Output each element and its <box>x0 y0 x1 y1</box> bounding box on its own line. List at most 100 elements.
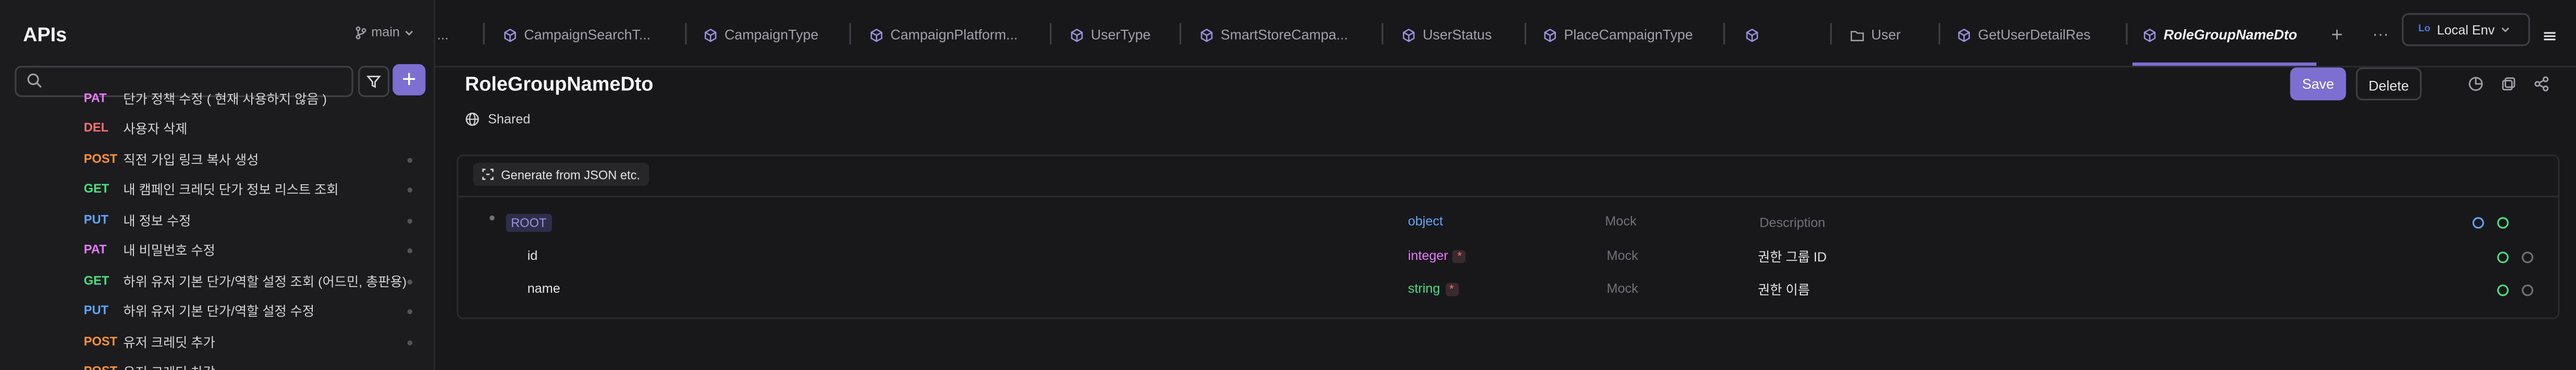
pie-chart-icon[interactable] <box>2468 76 2484 92</box>
search-icon <box>27 73 42 88</box>
field-name[interactable]: name <box>528 281 560 296</box>
tab-bar: ... CampaignSearchT... CampaignType Camp… <box>434 0 2576 68</box>
method-badge: POST <box>83 151 118 166</box>
field-description[interactable]: 권한 이름 <box>1758 281 1810 300</box>
env-badge: Lo <box>2418 25 2431 35</box>
status-dot <box>407 340 413 345</box>
api-name: 내 캠페인 크레딧 단가 정보 리스트 조회 <box>123 182 339 198</box>
cube-icon <box>870 28 882 42</box>
field-type-label: string <box>1408 281 1440 296</box>
chevron-down-icon <box>2502 27 2510 32</box>
root-description[interactable]: Description <box>1760 216 1825 230</box>
schema-field-row[interactable]: id integer * Mock 권한 그룹 ID <box>457 242 2559 274</box>
tab-label: SmartStoreCampa... <box>1220 26 1348 43</box>
tab-overflow[interactable]: ... <box>437 17 448 53</box>
tab-rolegroupnamedto[interactable]: RoleGroupNameDto <box>2142 17 2297 53</box>
required-marker[interactable]: * <box>1453 249 1466 263</box>
method-badge: POST <box>84 364 117 370</box>
api-name: 직전 가입 링크 복사 생성 <box>123 153 259 168</box>
field-type[interactable]: integer * <box>1408 248 1466 263</box>
tab-divider <box>1830 23 1832 45</box>
menu-button[interactable] <box>2542 23 2558 41</box>
api-list: PAT 단가 정책 수정 ( 현재 사용하지 않음 ) DEL 사용자 삭제 P… <box>0 92 434 370</box>
field-mock[interactable]: Mock <box>1606 248 1638 263</box>
environment-selector[interactable]: Lo Local Env <box>2401 13 2530 46</box>
tab-divider <box>849 23 851 45</box>
tab-campaignsearcht[interactable]: CampaignSearchT... <box>502 17 651 53</box>
divider <box>457 196 2560 198</box>
method-badge: DEL <box>83 120 109 135</box>
tab-campaignplatform[interactable]: CampaignPlatform... <box>869 17 1017 53</box>
cube-icon <box>2143 28 2156 42</box>
remove-field-icon[interactable] <box>2522 284 2534 296</box>
tab-divider <box>1723 23 1725 45</box>
tab-divider <box>685 23 687 45</box>
api-name: 단가 정책 수정 ( 현재 사용하지 않음 ) <box>123 92 327 107</box>
tab-usertype[interactable]: UserType <box>1070 17 1150 53</box>
collapse-all-icon[interactable] <box>2472 217 2484 229</box>
method-badge: PUT <box>83 212 109 227</box>
api-item[interactable]: PUT 하위 유저 기본 단가/역할 설정 수정 <box>0 296 434 326</box>
api-name: 하위 유저 기본 단가/역할 설정 수정 <box>123 304 315 319</box>
visibility-indicator[interactable]: Shared <box>465 112 530 127</box>
cube-icon <box>1746 28 1758 42</box>
field-type[interactable]: string * <box>1408 281 1458 296</box>
menu-icon <box>2544 32 2556 41</box>
add-child-icon[interactable] <box>2497 217 2509 229</box>
tab-getuserdetailres[interactable]: GetUserDetailRes <box>1957 17 2091 53</box>
api-item[interactable]: GET 하위 유저 기본 단가/역할 설정 조회 (어드민, 총판용) <box>0 267 434 296</box>
api-item[interactable]: PUT 내 정보 수정 <box>0 206 434 235</box>
save-button[interactable]: Save <box>2290 67 2346 101</box>
tab-placecampaigntype[interactable]: PlaceCampaignType <box>1543 17 1693 53</box>
api-item[interactable]: POST 직전 가입 링크 복사 생성 <box>0 145 434 174</box>
add-sibling-icon[interactable] <box>2497 284 2509 296</box>
api-item[interactable]: DEL 사용자 삭제 <box>0 113 434 143</box>
method-badge: GET <box>83 273 109 288</box>
tab-unnamed[interactable] <box>1745 17 1766 53</box>
collapse-dot[interactable] <box>489 215 495 221</box>
active-tab-indicator <box>2132 62 2317 66</box>
add-sibling-icon[interactable] <box>2497 252 2509 264</box>
tab-label: CampaignSearchT... <box>524 26 651 43</box>
api-item[interactable]: GET 내 캠페인 크레딧 단가 정보 리스트 조회 <box>0 174 434 204</box>
status-dot <box>407 279 413 285</box>
new-tab-button[interactable]: + <box>2331 17 2342 53</box>
required-marker[interactable]: * <box>1445 282 1458 296</box>
api-name: 하위 유저 기본 단가/역할 설정 조회 (어드민, 총판용) <box>123 274 407 290</box>
globe-icon <box>465 112 479 126</box>
folder-icon <box>1850 30 1864 41</box>
api-item[interactable]: POST 유저 크레딧 차감 <box>0 357 434 370</box>
tab-smartstorecampa[interactable]: SmartStoreCampa... <box>1199 17 1348 53</box>
tab-label: GetUserDetailRes <box>1978 26 2091 43</box>
api-item[interactable]: POST 유저 크레딧 추가 <box>0 327 434 357</box>
tab-user-folder[interactable]: User <box>1850 17 1900 53</box>
add-api-button[interactable]: + <box>392 64 426 96</box>
scan-icon <box>482 169 494 180</box>
api-item[interactable]: PAT 내 비밀번호 수정 <box>0 235 434 265</box>
generate-label: Generate from JSON etc. <box>501 166 641 182</box>
remove-field-icon[interactable] <box>2522 252 2534 264</box>
branch-selector[interactable]: main <box>355 25 415 40</box>
schema-field-row[interactable]: name string * Mock 권한 이름 <box>457 274 2559 307</box>
root-type[interactable]: object <box>1408 214 1443 229</box>
delete-button[interactable]: Delete <box>2356 67 2422 101</box>
tab-userstatus[interactable]: UserStatus <box>1401 17 1492 53</box>
cube-icon <box>1958 28 1970 42</box>
field-mock[interactable]: Mock <box>1606 281 1638 296</box>
share-icon[interactable] <box>2533 76 2550 92</box>
api-item[interactable]: PAT 단가 정책 수정 ( 현재 사용하지 않음 ) <box>0 92 434 114</box>
tab-divider <box>2126 23 2128 45</box>
api-name: 유저 크레딧 추가 <box>123 335 215 351</box>
page-title: RoleGroupNameDto <box>464 72 654 96</box>
root-mock[interactable]: Mock <box>1605 214 1636 229</box>
tab-campaigntype[interactable]: CampaignType <box>703 17 818 53</box>
generate-from-json-button[interactable]: Generate from JSON etc. <box>473 163 648 186</box>
api-name: 내 정보 수정 <box>123 213 191 229</box>
schema-root-row[interactable]: ROOT object Mock Description <box>457 207 2559 240</box>
field-description[interactable]: 권한 그룹 ID <box>1758 248 1826 267</box>
field-name[interactable]: id <box>528 248 538 263</box>
more-tabs-button[interactable]: ··· <box>2372 17 2389 53</box>
copy-icon[interactable] <box>2500 76 2517 92</box>
tab-label: CampaignType <box>724 26 819 43</box>
branch-label: main <box>371 25 400 40</box>
